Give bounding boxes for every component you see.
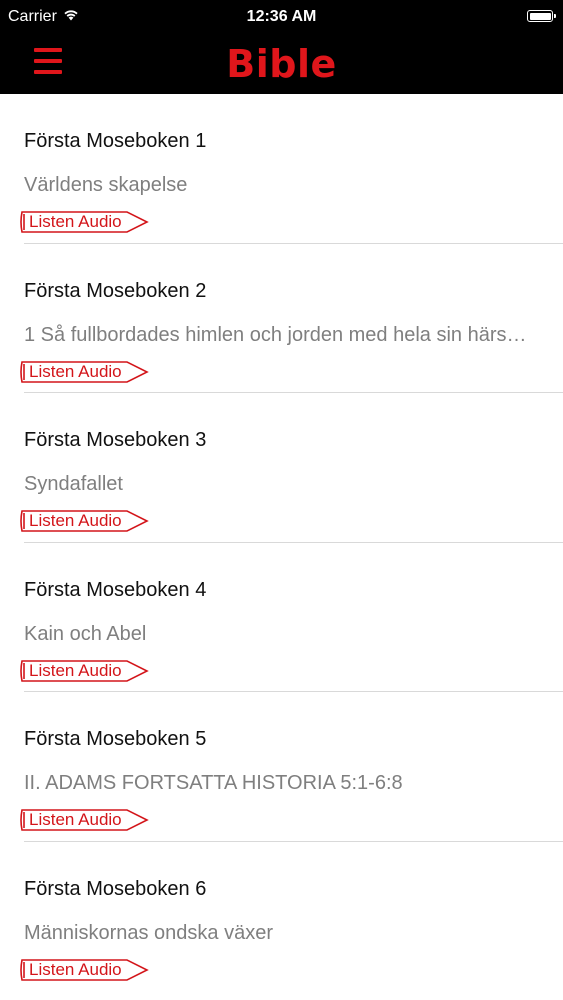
listen-audio-label: Listen Audio	[29, 660, 122, 680]
chapter-title: Första Moseboken 1	[24, 130, 207, 152]
battery-icon	[527, 10, 556, 22]
listen-audio-button[interactable]: Listen Audio	[19, 209, 151, 235]
chapter-subtitle: Världens skapelse	[24, 174, 188, 196]
listen-audio-label: Listen Audio	[29, 810, 122, 829]
chapter-list: Första Moseboken 1 Världens skapelse Lis…	[0, 94, 563, 991]
chapter-title: Första Moseboken 4	[24, 578, 207, 601]
status-time: 12:36 AM	[246, 8, 317, 25]
listen-audio-button[interactable]: Listen Audio	[19, 807, 151, 833]
chapter-subtitle: Människornas ondska växer	[24, 921, 274, 944]
chapter-row[interactable]: Första Moseboken 6 Människornas ondska v…	[20, 842, 563, 992]
chapter-title: Första Moseboken 2	[24, 279, 207, 302]
listen-audio-label: Listen Audio	[29, 959, 122, 979]
chapter-row[interactable]: Första Moseboken 1 Världens skapelse Lis…	[20, 94, 563, 244]
status-bar: Carrier 12:36 AM	[0, 0, 563, 34]
chapter-title: Första Moseboken 5	[24, 728, 207, 750]
listen-audio-button[interactable]: Listen Audio	[19, 508, 151, 534]
listen-audio-label: Listen Audio	[29, 212, 122, 231]
listen-audio-button[interactable]: Listen Audio	[19, 658, 151, 684]
chapter-row[interactable]: Första Moseboken 2 1 Så fullbordades him…	[20, 244, 563, 393]
chapter-row[interactable]: Första Moseboken 3 Syndafallet Listen Au…	[20, 393, 563, 543]
chapter-subtitle: Kain och Abel	[24, 622, 147, 645]
listen-audio-label: Listen Audio	[29, 511, 122, 530]
chapter-subtitle: 1 Så fullbordades himlen och jorden med …	[24, 323, 527, 346]
chapter-title: Första Moseboken 3	[24, 429, 207, 451]
chapter-subtitle: Syndafallet	[24, 473, 123, 495]
chapter-row[interactable]: Första Moseboken 4 Kain och Abel Listen …	[20, 543, 563, 692]
listen-audio-label: Listen Audio	[29, 361, 122, 381]
listen-audio-button[interactable]: Listen Audio	[19, 359, 151, 385]
chapter-subtitle: II. ADAMS FORTSATTA HISTORIA 5:1-6:8	[24, 772, 403, 794]
app-title: Bible	[226, 42, 337, 86]
chapter-row[interactable]: Första Moseboken 5 II. ADAMS FORTSATTA H…	[20, 692, 563, 842]
navigation-bar: Bible	[0, 34, 563, 94]
chapter-title: Första Moseboken 6	[24, 877, 207, 900]
listen-audio-button[interactable]: Listen Audio	[19, 957, 151, 983]
